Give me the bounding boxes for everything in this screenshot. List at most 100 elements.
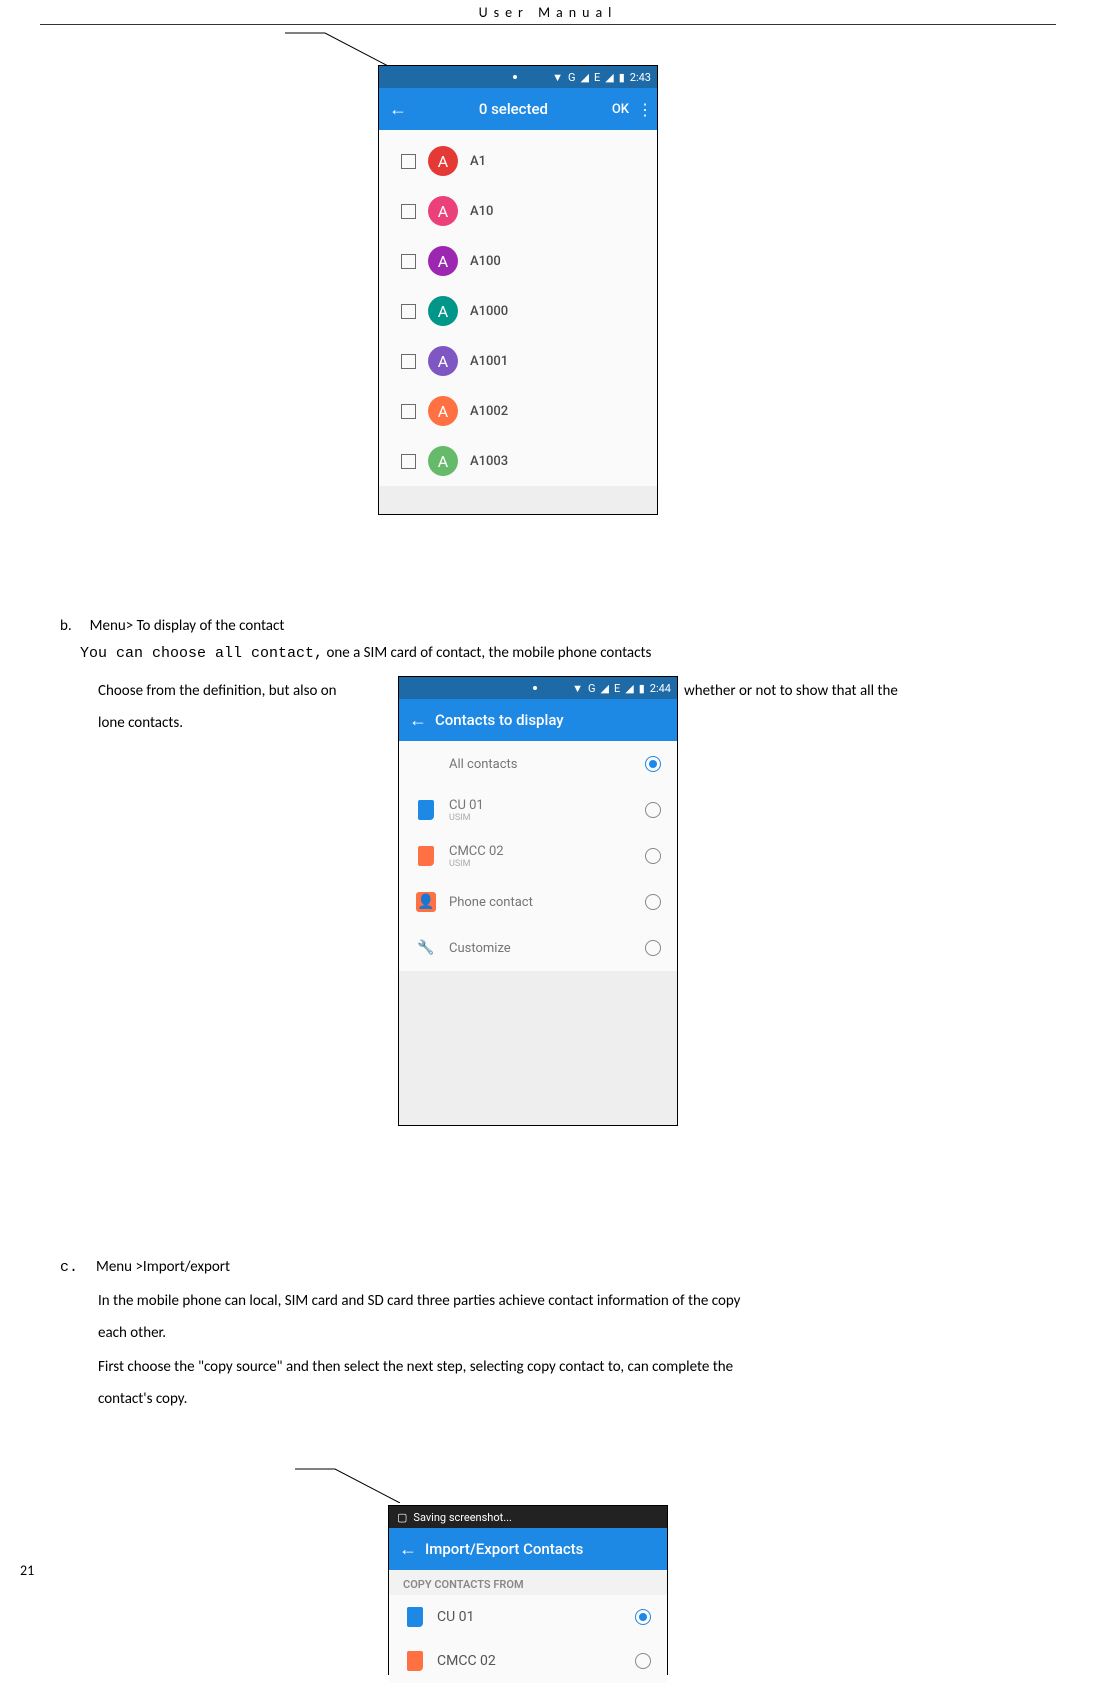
section-b-line4: lone contacts. [98, 712, 183, 735]
pointer-line [295, 1468, 400, 1503]
section-c-p1: In the mobile phone can local, SIM card … [98, 1290, 1078, 1313]
contact-row[interactable]: A A1003 [379, 436, 657, 486]
wifi-icon: ▼ [572, 682, 583, 695]
avatar-icon: A [428, 396, 458, 426]
avatar-icon: A [428, 196, 458, 226]
contact-name: A10 [470, 204, 493, 219]
contact-name: A1000 [470, 304, 508, 319]
notification-bar: ▢ Saving screenshot... [389, 1506, 667, 1528]
contact-name: A1003 [470, 454, 508, 469]
signal-icon: ◢ [601, 682, 609, 695]
checkbox[interactable] [401, 204, 416, 219]
back-icon[interactable]: ← [399, 1539, 417, 1560]
signal-g: G [568, 71, 576, 84]
wrench-icon: 🔧 [417, 940, 434, 956]
signal-e: E [594, 71, 600, 84]
checkbox[interactable] [401, 454, 416, 469]
section-title: COPY CONTACTS FROM [389, 1570, 667, 1595]
option-label: Customize [449, 941, 633, 956]
contact-row[interactable]: A A1001 [379, 336, 657, 386]
pointer-line [285, 32, 390, 67]
page-number: 21 [20, 1562, 34, 1579]
clock: 2:44 [650, 682, 671, 695]
radio[interactable] [645, 802, 661, 818]
display-option-row[interactable]: 👤Phone contact [399, 879, 677, 925]
radio[interactable] [645, 894, 661, 910]
contact-row[interactable]: A A1 [379, 136, 657, 186]
app-bar: ← 0 selected OK ⋮ [379, 88, 657, 130]
radio[interactable] [635, 1609, 651, 1625]
copy-source-label: CMCC 02 [437, 1653, 623, 1669]
signal-icon: ◢ [605, 71, 613, 84]
contact-name: A1002 [470, 404, 508, 419]
section-b-line3-right: whether or not to show that all the [684, 680, 1084, 703]
checkbox[interactable] [401, 404, 416, 419]
notif-text: Saving screenshot... [413, 1511, 512, 1524]
radio[interactable] [645, 756, 661, 772]
app-bar: ← Import/Export Contacts [389, 1528, 667, 1570]
radio[interactable] [645, 848, 661, 864]
avatar-icon: A [428, 246, 458, 276]
ok-button[interactable]: OK [612, 102, 629, 117]
back-icon[interactable]: ← [389, 99, 407, 120]
app-bar: ← Contacts to display [399, 699, 677, 741]
contact-name: A1001 [470, 354, 508, 369]
contact-list: A A1 A A10 A A100 A A1000 A A1001 A A1002 A A1003 [379, 130, 657, 486]
display-option-row[interactable]: All contacts [399, 741, 677, 787]
battery-icon: ▮ [639, 682, 645, 695]
screenshot-contacts-display: ▼ G ◢ E ◢ ▮ 2:44 ← Contacts to display A… [398, 676, 678, 1126]
wifi-icon: ▼ [552, 71, 563, 84]
signal-g: G [588, 682, 596, 695]
sim-icon [418, 800, 434, 820]
contact-row[interactable]: A A100 [379, 236, 657, 286]
display-options-list: All contacts CU 01USIM CMCC 02USIM 👤Phone c… [399, 741, 677, 971]
contact-name: A1 [470, 154, 486, 169]
sim-icon [407, 1651, 423, 1671]
copy-source-row[interactable]: CU 01 [389, 1595, 667, 1639]
screenshot-contacts-selected: ▼ G ◢ E ◢ ▮ 2:43 ← 0 selected OK ⋮ AA1AA… [378, 65, 658, 515]
avatar-icon: A [428, 346, 458, 376]
overflow-menu-icon[interactable]: ⋮ [629, 100, 653, 119]
status-bar: ▼ G ◢ E ◢ ▮ 2:44 [399, 677, 677, 699]
section-b-line2: You can choose all contact, one a SIM ca… [80, 642, 651, 666]
clock: 2:43 [630, 71, 651, 84]
option-label: Phone contact [449, 895, 633, 910]
avatar-icon: A [428, 296, 458, 326]
battery-icon: ▮ [619, 71, 625, 84]
option-label: CMCC 02USIM [449, 844, 633, 869]
contact-row[interactable]: A A10 [379, 186, 657, 236]
copy-source-label: CU 01 [437, 1609, 623, 1625]
dot-icon [513, 75, 517, 79]
signal-e: E [614, 682, 620, 695]
list-marker-b: b. [60, 617, 72, 635]
contact-name: A100 [470, 254, 501, 269]
back-icon[interactable]: ← [409, 710, 427, 731]
appbar-title: Import/Export Contacts [425, 1540, 583, 1558]
avatar-icon: A [428, 446, 458, 476]
option-label: All contacts [449, 757, 633, 772]
copy-source-row[interactable]: CMCC 02 [389, 1639, 667, 1683]
display-option-row[interactable]: CU 01USIM [399, 787, 677, 833]
checkbox[interactable] [401, 254, 416, 269]
checkbox[interactable] [401, 354, 416, 369]
section-c-p2: each other. [98, 1322, 166, 1345]
radio[interactable] [635, 1653, 651, 1669]
section-b-heading: b.Menu> To display of the contact [60, 615, 284, 638]
display-option-row[interactable]: 🔧 Customize [399, 925, 677, 971]
display-option-row[interactable]: CMCC 02USIM [399, 833, 677, 879]
save-icon: ▢ [397, 1511, 407, 1524]
sim-icon [418, 846, 434, 866]
section-c-p4: contact's copy. [98, 1388, 187, 1411]
option-label: CU 01USIM [449, 798, 633, 823]
avatar-icon: A [428, 146, 458, 176]
contact-row[interactable]: A A1002 [379, 386, 657, 436]
checkbox[interactable] [401, 304, 416, 319]
contact-row[interactable]: A A1000 [379, 286, 657, 336]
signal-icon: ◢ [581, 71, 589, 84]
checkbox[interactable] [401, 154, 416, 169]
appbar-title: Contacts to display [435, 711, 564, 729]
appbar-title: 0 selected [415, 100, 612, 118]
section-c-p3: First choose the "copy source" and then … [98, 1356, 1078, 1379]
radio[interactable] [645, 940, 661, 956]
list-marker-c: c. [60, 1259, 78, 1276]
